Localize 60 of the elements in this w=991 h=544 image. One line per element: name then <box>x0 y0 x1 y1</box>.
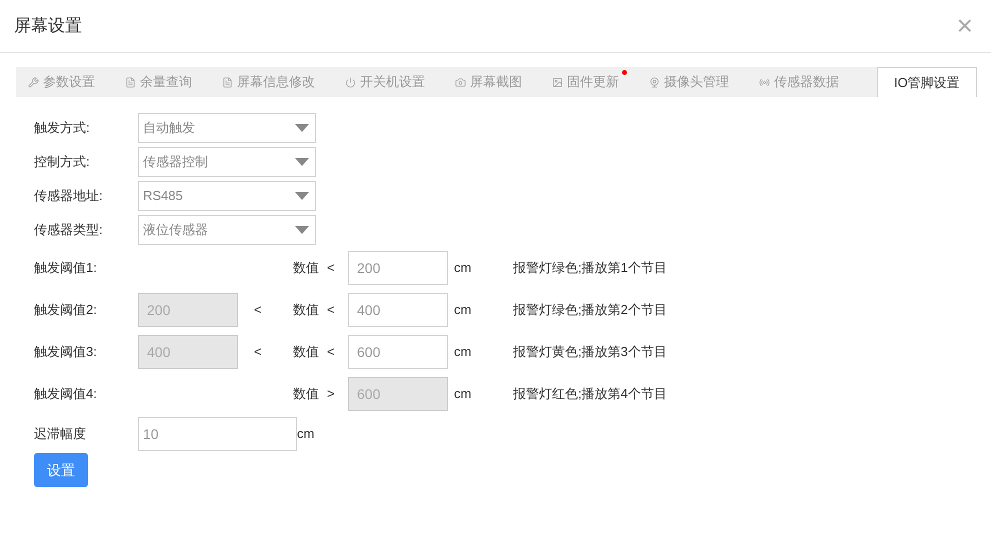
input-field[interactable]: 600 <box>348 335 448 369</box>
field-label: 触发阈值1: <box>34 259 98 278</box>
field-label: 传感器类型: <box>34 221 104 240</box>
value-label: 数值 <box>293 343 320 362</box>
dropdown[interactable]: 液位传感器 <box>138 215 316 245</box>
field-label: 传感器地址: <box>34 187 104 206</box>
document-icon <box>125 76 136 88</box>
input-field[interactable]: 400 <box>348 293 448 327</box>
tab[interactable]: 余量查询 <box>125 67 192 97</box>
action-note: 报警灯绿色;播放第2个节目 <box>513 301 667 320</box>
tab[interactable]: 开关机设置 <box>345 67 425 97</box>
field-label: 触发阈值4: <box>34 385 98 404</box>
comparison-sign: > <box>327 385 336 404</box>
tab[interactable]: 屏幕信息修改 <box>222 67 315 97</box>
unit-label: cm <box>454 259 472 278</box>
submit-button[interactable]: 设置 <box>34 453 88 487</box>
power-icon <box>345 76 356 88</box>
less-than-sign: < <box>254 344 262 360</box>
dropdown[interactable]: 自动触发 <box>138 113 316 143</box>
dialog-title: 屏幕设置 <box>14 15 82 38</box>
tab[interactable]: 固件更新 <box>552 67 619 97</box>
input-field[interactable]: 200 <box>348 251 448 285</box>
field-label: 迟滞幅度 <box>34 425 87 444</box>
action-note: 报警灯红色;播放第4个节目 <box>513 385 667 404</box>
dropdown[interactable]: RS485 <box>138 181 316 211</box>
unit-label: cm <box>297 425 314 444</box>
input-field[interactable]: 10 <box>138 417 297 451</box>
tab[interactable]: 屏幕截图 <box>455 67 522 97</box>
unit-label: cm <box>454 343 472 362</box>
wrench-icon <box>28 76 39 88</box>
value-label: 数值 <box>293 259 320 278</box>
caret-icon <box>295 226 309 234</box>
unit-label: cm <box>454 385 472 404</box>
less-than-sign: < <box>254 302 262 318</box>
tab[interactable]: IO管脚设置 <box>877 67 977 97</box>
field-label: 触发阈值3: <box>34 343 98 362</box>
dropdown[interactable]: 传感器控制 <box>138 147 316 177</box>
action-note: 报警灯黄色;播放第3个节目 <box>513 343 667 362</box>
action-note: 报警灯绿色;播放第1个节目 <box>513 259 667 278</box>
comparison-sign: < <box>327 343 336 362</box>
caret-icon <box>295 158 309 166</box>
signal-icon <box>759 76 770 88</box>
unit-label: cm <box>454 301 472 320</box>
comparison-sign: < <box>327 301 336 320</box>
caret-icon <box>295 124 309 132</box>
close-button[interactable]: × <box>956 12 973 40</box>
field-label: 触发方式: <box>34 119 91 138</box>
field-label: 触发阈值2: <box>34 301 98 320</box>
document-icon <box>222 76 233 88</box>
value-label: 数值 <box>293 301 320 320</box>
caret-icon <box>295 192 309 200</box>
value-label: 数值 <box>293 385 320 404</box>
tab[interactable]: 摄像头管理 <box>649 67 729 97</box>
tab[interactable]: 参数设置 <box>28 67 95 97</box>
comparison-sign: < <box>327 259 336 278</box>
image-icon <box>552 76 563 88</box>
field-label: 控制方式: <box>34 153 91 172</box>
webcam-icon <box>649 76 660 88</box>
tab[interactable]: 传感器数据 <box>759 67 839 97</box>
camera-icon <box>455 76 466 88</box>
